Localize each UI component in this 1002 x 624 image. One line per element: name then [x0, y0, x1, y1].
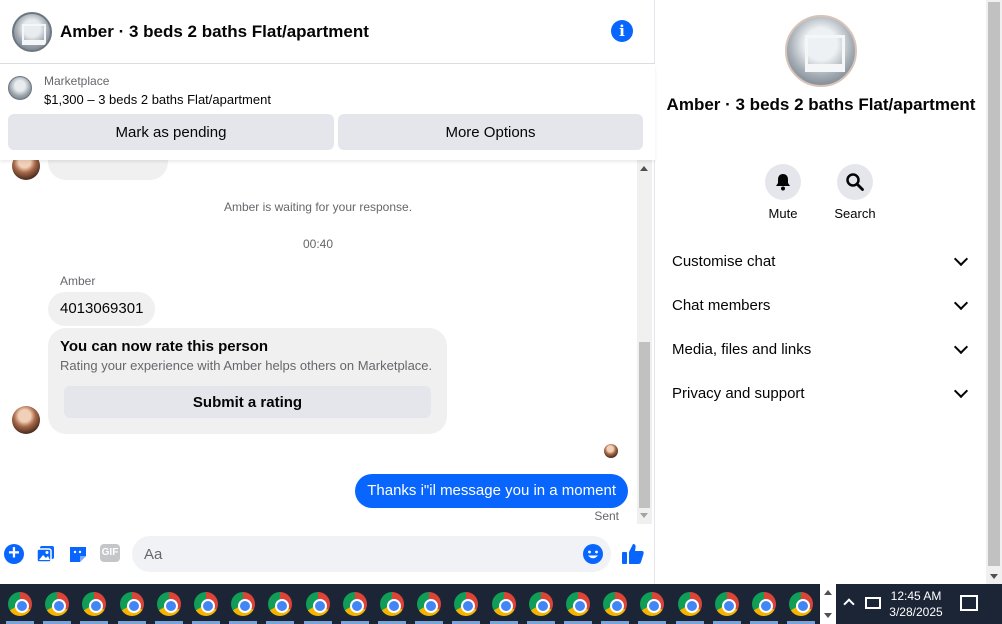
message-bubble-partial — [48, 160, 168, 180]
composer: + GIF — [0, 532, 655, 576]
mute-action[interactable]: Mute — [753, 164, 813, 221]
taskbar: 12:45 AM 3/28/2025 — [0, 584, 1002, 624]
message-status: Sent — [594, 509, 619, 523]
rating-card: You can now rate this person Rating your… — [48, 328, 447, 434]
chevron-up-icon[interactable] — [824, 590, 832, 595]
section-label: Privacy and support — [672, 384, 805, 402]
media-files-links-section[interactable]: Media, files and links — [672, 334, 972, 364]
chrome-taskbar-icon[interactable] — [156, 592, 181, 616]
show-hidden-icons-icon[interactable] — [843, 598, 855, 610]
chat-info-panel: Amber · 3 beds 2 baths Flat/apartment Mu… — [656, 0, 986, 584]
info-icon[interactable]: i — [611, 20, 633, 42]
waiting-notice: Amber is waiting for your response. — [223, 200, 413, 214]
scroll-down-icon[interactable] — [990, 574, 998, 579]
chrome-taskbar-icon[interactable] — [305, 592, 330, 616]
info-avatar[interactable] — [785, 15, 857, 87]
chat-scrollbar[interactable] — [637, 160, 652, 524]
notification-icon[interactable] — [960, 595, 978, 611]
messenger-window: Amber · 3 beds 2 baths Flat/apartment i … — [0, 0, 1002, 584]
taskbar-scroll[interactable] — [820, 584, 836, 624]
system-tray: 12:45 AM 3/28/2025 — [836, 584, 1002, 624]
customise-chat-section[interactable]: Customise chat — [672, 246, 972, 276]
chevron-down-icon — [953, 295, 969, 310]
chrome-taskbar-icon[interactable] — [491, 592, 516, 616]
chevron-down-icon — [953, 339, 969, 354]
chrome-taskbar-icon[interactable] — [268, 592, 293, 616]
mute-label: Mute — [768, 206, 798, 221]
message-timestamp: 00:40 — [302, 237, 334, 251]
search-label: Search — [834, 206, 876, 221]
search-icon — [846, 173, 864, 191]
chrome-taskbar-icon[interactable] — [119, 592, 144, 616]
seen-indicator-avatar — [604, 444, 618, 458]
chrome-taskbar-icon[interactable] — [603, 592, 628, 616]
section-label: Chat members — [672, 296, 771, 314]
clock-date: 3/28/2025 — [889, 605, 943, 619]
page-scroll-thumb[interactable] — [988, 2, 1000, 566]
chat-title[interactable]: Amber · 3 beds 2 baths Flat/apartment — [60, 22, 369, 42]
incoming-message[interactable]: 4013069301 — [48, 292, 156, 326]
message-input[interactable] — [132, 536, 611, 572]
rating-title: You can now rate this person — [60, 338, 269, 355]
image-icon[interactable] — [36, 544, 56, 564]
taskbar-apps — [0, 584, 820, 624]
scroll-thumb[interactable] — [639, 342, 650, 508]
chrome-taskbar-icon[interactable] — [45, 592, 70, 616]
marketplace-label: Marketplace — [44, 74, 110, 88]
clock[interactable]: 12:45 AM 3/28/2025 — [886, 588, 946, 620]
chrome-taskbar-icon[interactable] — [752, 592, 776, 616]
chrome-taskbar-icon[interactable] — [714, 592, 739, 616]
chrome-taskbar-icon[interactable] — [454, 592, 479, 616]
scroll-down-icon[interactable] — [640, 513, 648, 518]
bell-icon — [776, 174, 790, 191]
sender-avatar[interactable] — [12, 160, 40, 180]
chrome-taskbar-icon[interactable] — [82, 592, 107, 616]
clock-time: 12:45 AM — [890, 589, 942, 603]
page-scrollbar[interactable] — [986, 0, 1002, 584]
chrome-taskbar-icon[interactable] — [342, 592, 367, 616]
chrome-taskbar-icon[interactable] — [8, 592, 32, 616]
outgoing-message[interactable]: Thanks i"il message you in a moment — [355, 474, 628, 508]
section-label: Media, files and links — [672, 340, 812, 358]
sender-avatar[interactable] — [12, 406, 40, 434]
chat-header: Amber · 3 beds 2 baths Flat/apartment i — [0, 0, 655, 64]
chrome-taskbar-icon[interactable] — [528, 592, 553, 616]
listing-thumbnail[interactable] — [8, 76, 32, 100]
chrome-taskbar-icon[interactable] — [640, 592, 665, 616]
chrome-taskbar-icon[interactable] — [677, 592, 702, 616]
plus-icon[interactable]: + — [4, 543, 24, 564]
chevron-down-icon — [953, 251, 969, 266]
chat-pane: Amber · 3 beds 2 baths Flat/apartment i … — [0, 0, 655, 584]
chrome-taskbar-icon[interactable] — [789, 592, 814, 616]
section-label: Customise chat — [672, 252, 776, 270]
message-list: Amber is waiting for your response. 00:4… — [0, 160, 636, 524]
mark-pending-button[interactable]: Mark as pending — [8, 114, 334, 150]
rating-subtitle: Rating your experience with Amber helps … — [60, 358, 433, 373]
privacy-support-section[interactable]: Privacy and support — [672, 378, 972, 408]
submit-rating-button[interactable]: Submit a rating — [64, 386, 431, 418]
chrome-taskbar-icon[interactable] — [417, 592, 442, 616]
chrome-taskbar-icon[interactable] — [194, 592, 218, 616]
search-action[interactable]: Search — [825, 164, 885, 221]
info-title: Amber · 3 beds 2 baths Flat/apartment — [666, 95, 976, 114]
network-icon[interactable] — [865, 597, 881, 609]
chrome-taskbar-icon[interactable] — [231, 592, 256, 616]
gif-icon[interactable]: GIF — [100, 544, 120, 562]
chrome-taskbar-icon[interactable] — [566, 592, 590, 616]
listing-price[interactable]: $1,300 – 3 beds 2 baths Flat/apartment — [44, 92, 271, 107]
sticker-icon[interactable] — [68, 544, 88, 564]
more-options-button[interactable]: More Options — [338, 114, 643, 150]
listing-avatar[interactable] — [12, 11, 52, 52]
chat-members-section[interactable]: Chat members — [672, 290, 972, 320]
scroll-up-icon[interactable] — [640, 166, 648, 171]
chevron-down-icon[interactable] — [824, 613, 832, 618]
chevron-down-icon — [953, 383, 969, 398]
like-icon[interactable] — [621, 542, 645, 566]
chrome-taskbar-icon[interactable] — [380, 592, 404, 616]
emoji-icon[interactable] — [583, 544, 603, 564]
sender-name: Amber — [60, 274, 96, 288]
